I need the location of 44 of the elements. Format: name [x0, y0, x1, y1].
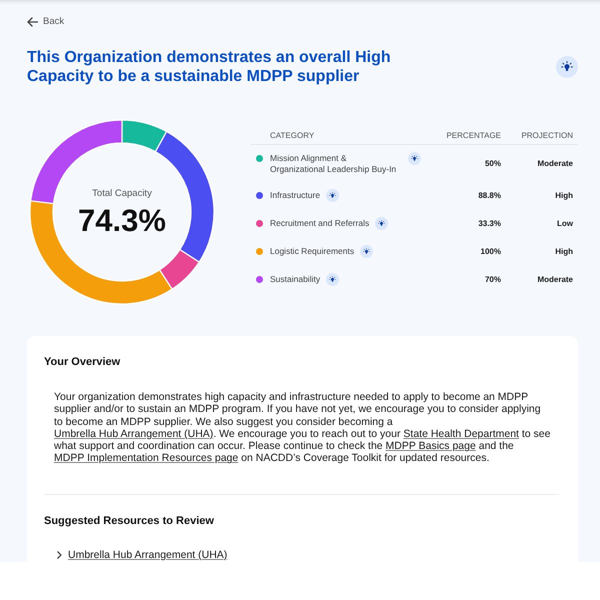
- inline-link[interactable]: MDPP Implementation Resources page: [54, 452, 238, 464]
- lightbulb-icon: [329, 192, 336, 199]
- column-header: PERCENTAGE: [446, 130, 501, 140]
- percentage-value: 88.8%: [478, 191, 501, 201]
- projection-value: Moderate: [537, 158, 573, 168]
- percentage-value: 50%: [484, 158, 501, 168]
- resource-link[interactable]: Umbrella Hub Arrangement (UHA): [57, 548, 228, 562]
- column-header: CATEGORY: [270, 130, 314, 140]
- projection-value: Low: [557, 219, 573, 229]
- arrow-left-icon: [27, 17, 38, 27]
- inline-link[interactable]: MDPP Basics page: [386, 440, 476, 452]
- lightbulb-icon: [411, 155, 418, 162]
- inline-link[interactable]: Umbrella Hub Arrangement (UHA): [54, 428, 214, 440]
- category-label: Sustainability: [270, 274, 320, 284]
- back-link[interactable]: Back: [27, 14, 64, 30]
- resources-heading: Suggested Resources to Review: [44, 514, 215, 528]
- percentage-value: 70%: [484, 275, 501, 285]
- percentage-value: 33.3%: [478, 219, 501, 229]
- inline-link[interactable]: State Health Department: [403, 428, 519, 440]
- tips-button[interactable]: [556, 56, 578, 78]
- lightbulb-icon: [378, 220, 386, 227]
- chevron-right-icon: [57, 550, 62, 559]
- tip-button[interactable]: [408, 152, 421, 165]
- column-header: PROJECTION: [521, 130, 573, 140]
- lightbulb-icon: [329, 276, 336, 283]
- page-title: This Organization demonstrates an overall High Capacity to be a sustainable MDPP supplier: [27, 48, 392, 86]
- tip-button[interactable]: [375, 217, 388, 230]
- projection-value: High: [555, 247, 573, 257]
- tip-button[interactable]: [326, 273, 340, 286]
- overview-paragraph: Your organization demonstrates high capacity and infrastructure needed to apply to become an MDPP supplier and/or to sustain an MDPP program. If you have not yet, we encourage you to consider applying to become an MDPP supplier. We also suggest you consider becoming a Umbrella Hub Arrangement (UHA). We encourage you to reach out to your State Health Department to see what support and coordination can occur. Please continue to check the MDPP Basics page and the MDPP Implementation Resources page on NACDD’s Coverage Toolkit for updated resources.: [54, 391, 552, 465]
- category-label: Mission Alignment & Organizational Leadership Buy-In: [270, 153, 398, 174]
- projection-value: Moderate: [537, 275, 573, 285]
- category-label: Recruitment and Referrals: [270, 218, 370, 228]
- category-label: Infrastructure: [270, 190, 320, 200]
- category-label: Logistic Requirements: [270, 246, 354, 256]
- total-capacity-label: Total Capacity: [92, 188, 152, 198]
- tip-button[interactable]: [326, 189, 340, 202]
- tip-button[interactable]: [360, 245, 374, 258]
- projection-value: High: [555, 191, 573, 201]
- total-capacity-value: 74.3%: [78, 204, 166, 236]
- overview-heading: Your Overview: [44, 355, 122, 369]
- lightbulb-icon: [561, 61, 573, 73]
- percentage-value: 100%: [480, 247, 501, 257]
- lightbulb-icon: [363, 248, 370, 255]
